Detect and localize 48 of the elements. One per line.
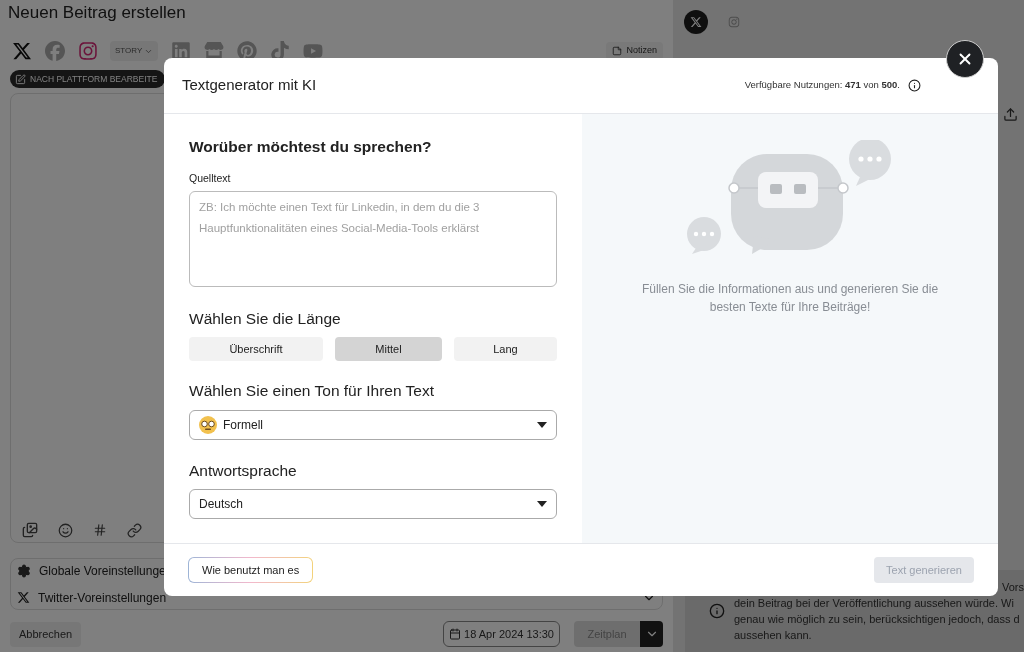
- dropdown-caret-icon: [537, 501, 547, 507]
- length-option[interactable]: Lang: [454, 337, 557, 361]
- date-field[interactable]: 18 Apr 2024 13:30: [443, 621, 560, 647]
- preset-label[interactable]: Globale Voreinstellunge: [39, 561, 166, 580]
- x-logo-icon[interactable]: [11, 40, 32, 62]
- instagram-icon: [728, 15, 740, 28]
- tone-select[interactable]: Formell: [189, 410, 557, 440]
- section-heading: Wählen Sie einen Ton für Ihren Text: [189, 381, 435, 401]
- section-heading: Wählen Sie die Länge: [189, 309, 342, 329]
- field-label: Quelltext: [189, 171, 232, 186]
- settings-icon: [17, 563, 31, 578]
- emoji-icon: [199, 416, 217, 434]
- page-title: Neuen Beitrag erstellen: [8, 2, 187, 24]
- info-text: Vors: [1002, 580, 1024, 595]
- usage-counter: Verfügbare Nutzungen: 471 von 500.: [744, 78, 900, 93]
- empty-state-message: Füllen Sie die Informationen aus und generieren Sie die besten Texte für Ihre Beiträge!: [640, 281, 940, 316]
- instagram-icon[interactable]: [77, 40, 98, 62]
- dialog-title: Textgenerator mit KI: [182, 75, 317, 96]
- edit-icon: [15, 73, 26, 85]
- length-option[interactable]: Mittel: [335, 337, 442, 361]
- schedule-menu-button[interactable]: [640, 621, 663, 647]
- preset-label[interactable]: Twitter-Voreinstellungen: [38, 588, 167, 607]
- calendar-icon: [449, 628, 462, 640]
- x-logo-icon: [690, 15, 702, 28]
- story-dropdown[interactable]: STORY: [110, 41, 159, 61]
- edit-by-platform-button[interactable]: NACH PLATTFORM BEARBEITE: [10, 70, 166, 88]
- x-logo-icon: [17, 591, 30, 604]
- hashtag-icon[interactable]: [93, 523, 107, 537]
- info-text: genau wie möglich zu sein, berücksichtigen jedoch, dass d: [734, 612, 1020, 627]
- generate-text-button: Text generieren: [874, 557, 974, 583]
- dropdown-caret-icon: [537, 422, 547, 428]
- info-text: aussehen kann.: [734, 628, 812, 643]
- section-heading: Worüber möchtest du sprechen?: [189, 137, 433, 157]
- platform-tab[interactable]: [684, 9, 708, 34]
- length-option[interactable]: Überschrift: [189, 337, 323, 361]
- emoji-icon[interactable]: [58, 522, 73, 538]
- cancel-button[interactable]: Abbrechen: [10, 621, 82, 647]
- link-icon[interactable]: [127, 522, 142, 538]
- media-icon[interactable]: [22, 522, 38, 538]
- upload-icon[interactable]: [1003, 107, 1018, 122]
- note-icon: [612, 46, 623, 56]
- language-select[interactable]: Deutsch: [189, 489, 557, 519]
- info-icon: [709, 603, 725, 619]
- section-heading: Antwortsprache: [189, 461, 298, 481]
- source-text-field[interactable]: ZB: Ich möchte einen Text für Linkedin, in dem du die 3 Hauptfunktionalitäten eines Social-Media-Tools erklärst: [189, 191, 557, 287]
- info-text: dein Beitrag bei der Veröffentlichung aussehen würde. Wi: [734, 596, 1014, 611]
- info-icon[interactable]: [908, 79, 921, 92]
- help-button[interactable]: Wie benutzt man es: [188, 557, 314, 583]
